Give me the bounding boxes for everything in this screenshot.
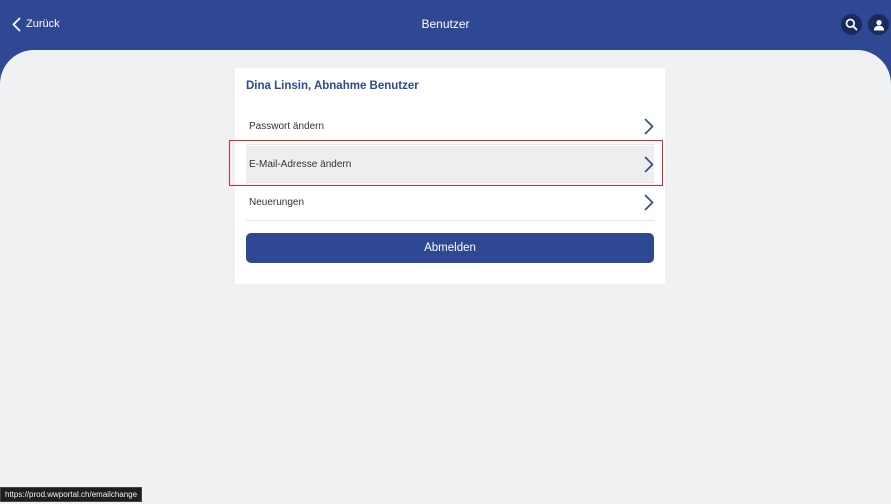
search-button[interactable] — [841, 14, 862, 35]
user-name-heading: Dina Linsin, Abnahme Benutzer — [246, 80, 419, 92]
main-content: Dina Linsin, Abnahme Benutzer Passwort ä… — [0, 50, 891, 504]
user-account-button[interactable] — [868, 14, 889, 35]
chevron-right-icon — [644, 118, 654, 134]
change-password-item[interactable]: Passwort ändern — [246, 108, 654, 145]
news-label: Neuerungen — [249, 196, 305, 208]
status-bar-url: https://prod.wwportal.ch/emailchange — [0, 487, 143, 502]
user-card: Dina Linsin, Abnahme Benutzer Passwort ä… — [235, 68, 665, 284]
top-app-bar: Zurück Benutzer — [0, 0, 891, 52]
change-password-label: Passwort ändern — [249, 120, 325, 132]
user-icon — [873, 19, 884, 30]
logout-button[interactable]: Abmelden — [246, 233, 654, 263]
search-icon — [845, 18, 858, 31]
chevron-right-icon — [644, 156, 654, 172]
change-email-item[interactable]: E-Mail-Adresse ändern — [246, 146, 654, 183]
news-item[interactable]: Neuerungen — [246, 184, 654, 221]
change-email-label: E-Mail-Adresse ändern — [249, 158, 352, 170]
page-title: Benutzer — [421, 17, 470, 31]
chevron-right-icon — [644, 194, 654, 210]
